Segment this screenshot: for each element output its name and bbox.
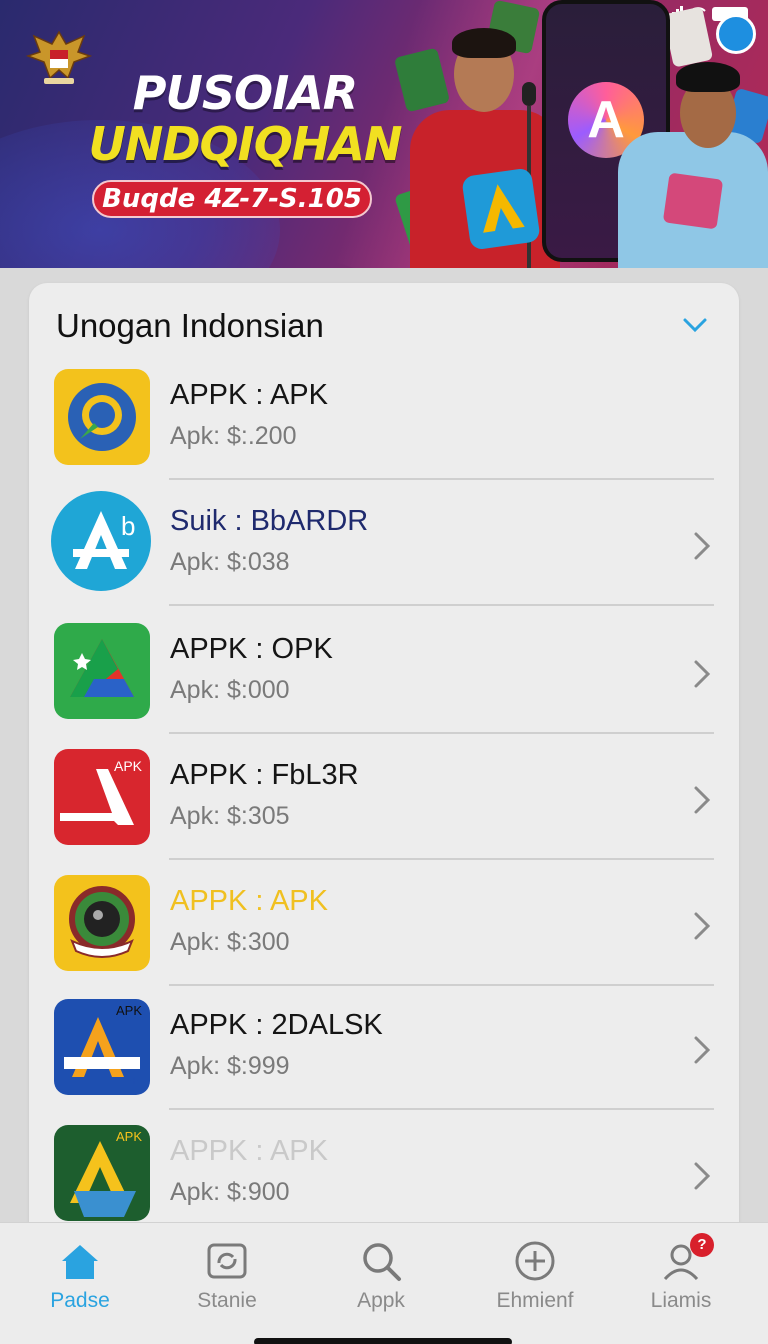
floating-app-tile (662, 172, 724, 230)
bottom-tab-bar: Padse Stanie Appk Ehmienf ? Liamis (0, 1222, 768, 1344)
app-name: APPK : APK (170, 379, 328, 411)
floating-app-circle (716, 14, 756, 54)
banner-date-pill: Buqde 4Z-7-S.105 (92, 180, 372, 218)
app-size: Apk: $:300 (170, 928, 290, 956)
tab-stanie[interactable]: Stanie (150, 1223, 304, 1333)
tab-ehmienf[interactable]: Ehmienf (458, 1223, 612, 1333)
red-apk-icon: APK (54, 749, 150, 845)
chevron-right-icon[interactable] (693, 1035, 711, 1065)
app-size: Apk: $:999 (170, 1052, 290, 1080)
app-size: Apk: $:.200 (170, 422, 297, 450)
promo-banner[interactable]: PUSOIAR UNDQIQHAN Buqde 4Z-7-S.105 A (0, 0, 768, 268)
blue-a-apk-icon: APK + (54, 999, 150, 1095)
chevron-right-icon[interactable] (693, 785, 711, 815)
app-name: APPK : APK (170, 1135, 328, 1167)
green-a-apk-icon: APK (54, 1125, 150, 1221)
divider (169, 984, 714, 986)
list-item[interactable]: APK + APPK : 2DALSK Apk: $:999 (29, 999, 739, 1125)
tab-label: Liamis (650, 1289, 712, 1312)
add-circle-icon (515, 1241, 555, 1281)
tab-label: Appk (357, 1289, 405, 1312)
list-item[interactable]: APK APPK : FbL3R Apk: $:305 (29, 749, 739, 875)
list-item[interactable]: b Suik : BbARDR Apk: $:038 (29, 491, 739, 621)
app-name: APPK : 2DALSK (170, 1009, 383, 1041)
apk-tag: APK (116, 1129, 142, 1144)
section-title: Unogan Indonsian (56, 307, 324, 344)
app-name: Suik : BbARDR (170, 505, 369, 537)
chevron-right-icon[interactable] (693, 1161, 711, 1191)
app-name: APPK : APK (170, 885, 328, 917)
divider (169, 858, 714, 860)
appstore-a-icon: b (51, 491, 151, 591)
chevron-right-icon[interactable] (693, 659, 711, 689)
promoter-person-right (618, 60, 768, 268)
tab-label: Stanie (197, 1289, 257, 1312)
drive-triangle-icon (54, 623, 150, 719)
tab-liamis[interactable]: ? Liamis (604, 1223, 758, 1333)
held-app-icon (461, 167, 541, 251)
tab-label: Ehmienf (496, 1289, 574, 1312)
divider (169, 478, 714, 480)
chevron-right-icon[interactable] (693, 531, 711, 561)
yellow-sun-app-icon (54, 369, 150, 465)
refresh-frame-icon (207, 1243, 247, 1279)
chevron-down-icon[interactable] (681, 313, 709, 337)
list-item[interactable]: APPK : APK Apk: $:300 (29, 875, 739, 1001)
app-list-card: Unogan Indonsian APPK : APK Apk: $:.200 … (29, 283, 739, 1243)
divider (169, 732, 714, 734)
search-icon (363, 1243, 401, 1281)
app-size: Apk: $:900 (170, 1178, 290, 1206)
list-item[interactable]: APPK : APK Apk: $:.200 (29, 369, 739, 495)
app-name: APPK : FbL3R (170, 759, 359, 791)
app-size: Apk: $:305 (170, 802, 290, 830)
list-item[interactable]: APPK : OPK Apk: $:000 (29, 623, 739, 749)
tab-appk[interactable]: Appk (304, 1223, 458, 1333)
chevron-right-icon[interactable] (693, 911, 711, 941)
divider (169, 1108, 714, 1110)
emblem-badge-icon (54, 875, 150, 971)
apk-tag: APK (114, 758, 143, 774)
app-size: Apk: $:000 (170, 676, 290, 704)
notification-badge: ? (690, 1233, 714, 1257)
apk-tag: APK (116, 1003, 142, 1018)
home-indicator[interactable] (254, 1338, 512, 1344)
app-size: Apk: $:038 (170, 548, 290, 576)
home-icon (62, 1245, 98, 1279)
divider (169, 604, 714, 606)
svg-text:+: + (130, 1072, 138, 1088)
tab-label: Padse (50, 1289, 110, 1312)
tab-home[interactable]: Padse (3, 1223, 157, 1333)
svg-text:b: b (121, 511, 135, 541)
app-name: APPK : OPK (170, 633, 333, 665)
